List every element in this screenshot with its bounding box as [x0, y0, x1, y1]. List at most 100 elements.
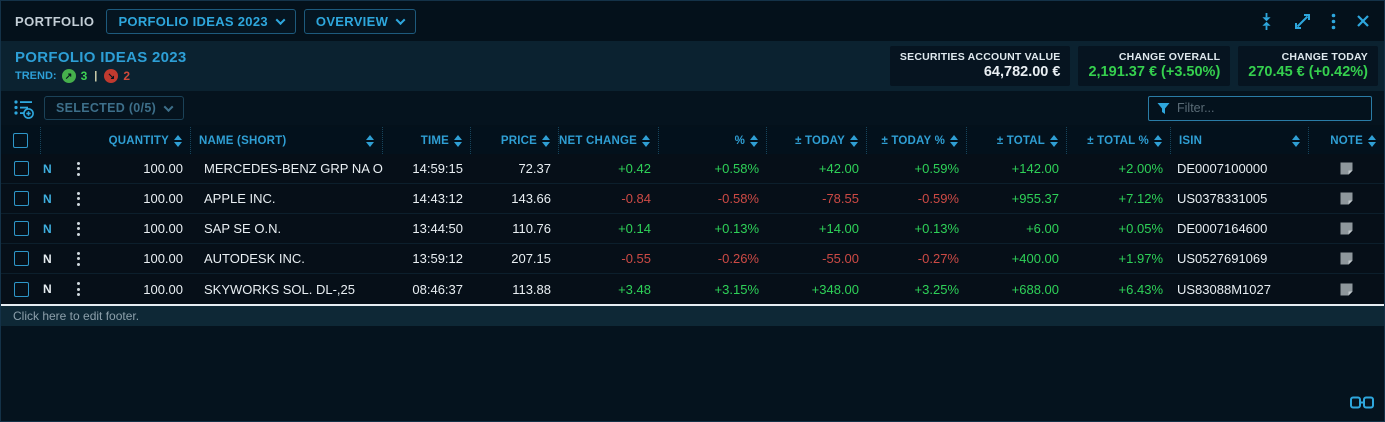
row-checkbox[interactable]	[14, 161, 29, 176]
stat-label: CHANGE OVERALL	[1088, 51, 1220, 63]
sort-icon	[454, 135, 462, 147]
row-menu-button[interactable]	[63, 252, 93, 266]
table-row[interactable]: N 100.00 SAP SE O.N. 13:44:50 110.76 +0.…	[1, 214, 1384, 244]
stat-label: SECURITIES ACCOUNT VALUE	[900, 51, 1061, 63]
sort-icon	[950, 135, 958, 147]
row-news-flag: N	[41, 282, 63, 296]
row-checkbox[interactable]	[14, 221, 29, 236]
note-button[interactable]	[1309, 161, 1384, 176]
cell-today-pct: +0.13%	[867, 221, 967, 236]
col-label: ISIN	[1179, 135, 1202, 147]
note-button[interactable]	[1309, 282, 1384, 297]
stat-account-value: SECURITIES ACCOUNT VALUE 64,782.00 €	[890, 46, 1071, 86]
col-quantity[interactable]: QUANTITY	[41, 127, 191, 154]
table-row[interactable]: N 100.00 AUTODESK INC. 13:59:12 207.15 -…	[1, 244, 1384, 274]
row-menu-button[interactable]	[63, 192, 93, 206]
cell-time: 08:46:37	[383, 282, 471, 297]
row-menu-button[interactable]	[63, 282, 93, 296]
cell-time: 13:59:12	[383, 251, 471, 266]
row-menu-button[interactable]	[63, 162, 93, 176]
footer-edit-bar[interactable]: Click here to edit footer.	[1, 306, 1384, 326]
portfolio-select[interactable]: PORFOLIO IDEAS 2023	[106, 9, 295, 34]
view-select[interactable]: OVERVIEW	[304, 9, 416, 34]
link-widget-icon[interactable]	[1350, 396, 1374, 414]
col-net-change[interactable]: NET CHANGE	[559, 127, 659, 154]
sort-icon	[1292, 135, 1300, 147]
sort-icon	[542, 135, 550, 147]
cell-today-pct: -0.27%	[867, 251, 967, 266]
select-all-checkbox[interactable]	[13, 133, 28, 148]
col-label: PRICE	[501, 135, 537, 147]
trend-up-icon: ↗	[62, 69, 76, 83]
col-note[interactable]: NOTE	[1309, 127, 1384, 154]
col-today[interactable]: ± TODAY	[767, 127, 867, 154]
table-row[interactable]: N 100.00 MERCEDES-BENZ GRP NA O.N. 14:59…	[1, 154, 1384, 184]
col-total[interactable]: ± TOTAL	[967, 127, 1067, 154]
selected-dropdown[interactable]: SELECTED (0/5)	[44, 96, 184, 120]
cell-total-pct: +7.12%	[1067, 191, 1171, 206]
note-button[interactable]	[1309, 251, 1384, 266]
cell-quantity: 100.00	[93, 251, 191, 266]
row-checkbox-cell	[1, 161, 41, 176]
close-icon[interactable]	[1356, 14, 1370, 28]
row-checkbox[interactable]	[14, 191, 29, 206]
stat-value: 2,191.37 € (+3.50%)	[1088, 64, 1220, 80]
filter-funnel-icon	[1157, 102, 1170, 115]
cell-net-change: -0.84	[559, 191, 659, 206]
note-icon	[1339, 282, 1354, 297]
stat-value: 64,782.00 €	[900, 64, 1061, 80]
collapse-icon[interactable]	[1259, 13, 1274, 30]
table-row[interactable]: N 100.00 APPLE INC. 14:43:12 143.66 -0.8…	[1, 184, 1384, 214]
col-total-pct[interactable]: ± TOTAL %	[1067, 127, 1171, 154]
col-pct[interactable]: %	[659, 127, 767, 154]
kebab-icon	[77, 192, 80, 206]
col-label: NAME (SHORT)	[199, 135, 286, 147]
menu-kebab-icon[interactable]	[1331, 13, 1336, 30]
sort-icon	[1050, 135, 1058, 147]
cell-price: 143.66	[471, 191, 559, 206]
table-body: N 100.00 MERCEDES-BENZ GRP NA O.N. 14:59…	[1, 154, 1384, 306]
stat-label: CHANGE TODAY	[1248, 51, 1368, 63]
cell-total: +6.00	[967, 221, 1067, 236]
cell-total: +688.00	[967, 282, 1067, 297]
row-checkbox[interactable]	[14, 282, 29, 297]
sort-icon	[1368, 135, 1376, 147]
col-isin[interactable]: ISIN	[1171, 127, 1309, 154]
note-button[interactable]	[1309, 191, 1384, 206]
chevron-down-icon	[275, 15, 285, 25]
footer-edit-text: Click here to edit footer.	[13, 309, 139, 323]
col-label: ± TOTAL %	[1087, 135, 1149, 147]
cell-price: 110.76	[471, 221, 559, 236]
col-label: %	[735, 135, 745, 147]
expand-icon[interactable]	[1294, 13, 1311, 30]
row-checkbox[interactable]	[14, 251, 29, 266]
cell-name: SAP SE O.N.	[191, 221, 383, 236]
cell-name: AUTODESK INC.	[191, 251, 383, 266]
portfolio-widget: PORTFOLIO PORFOLIO IDEAS 2023 OVERVIEW	[0, 0, 1385, 422]
note-button[interactable]	[1309, 221, 1384, 236]
cell-total: +400.00	[967, 251, 1067, 266]
row-menu-button[interactable]	[63, 222, 93, 236]
row-checkbox-cell	[1, 221, 41, 236]
cell-quantity: 100.00	[93, 191, 191, 206]
sort-icon	[850, 135, 858, 147]
row-news-flag: N	[41, 222, 63, 236]
sort-icon	[1154, 135, 1162, 147]
col-name[interactable]: NAME (SHORT)	[191, 127, 383, 154]
col-label: ± TOTAL	[997, 135, 1045, 147]
sort-icon	[366, 135, 374, 147]
cell-isin: US83088M1027	[1171, 282, 1309, 297]
portfolio-select-value: PORFOLIO IDEAS 2023	[118, 14, 267, 29]
cell-total-pct: +1.97%	[1067, 251, 1171, 266]
note-icon	[1339, 161, 1354, 176]
col-today-pct[interactable]: ± TODAY %	[867, 127, 967, 154]
cell-pct: +3.15%	[659, 282, 767, 297]
select-all-cell	[1, 127, 41, 154]
note-icon	[1339, 251, 1354, 266]
col-label: NET CHANGE	[559, 135, 637, 147]
col-time[interactable]: TIME	[383, 127, 471, 154]
col-price[interactable]: PRICE	[471, 127, 559, 154]
filter-input[interactable]	[1177, 101, 1363, 115]
table-row[interactable]: N 100.00 SKYWORKS SOL. DL-,25 08:46:37 1…	[1, 274, 1384, 304]
add-to-list-icon[interactable]	[13, 98, 34, 119]
